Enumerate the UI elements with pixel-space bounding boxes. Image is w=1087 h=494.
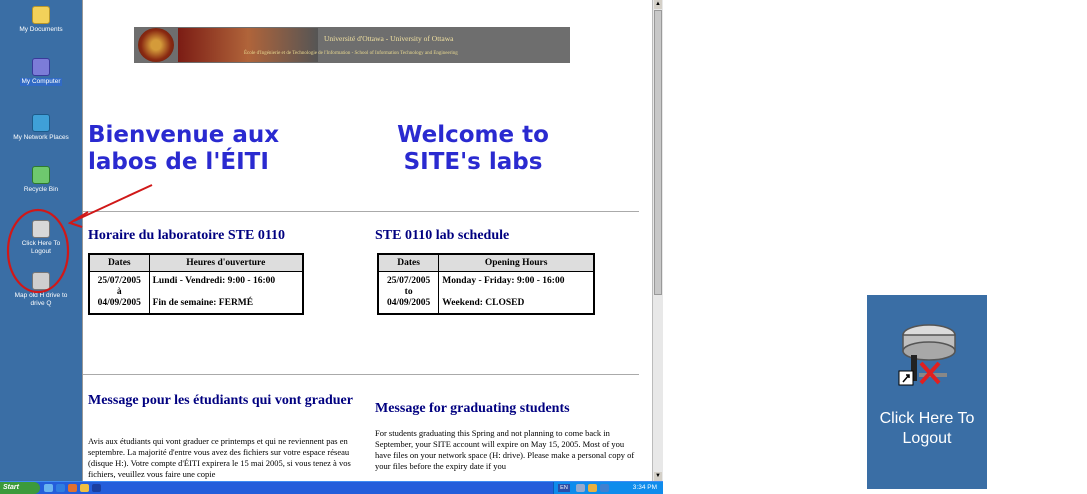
internet-explorer-icon[interactable]	[56, 484, 65, 492]
section-divider	[83, 374, 639, 375]
network-tray-icon[interactable]	[588, 484, 597, 492]
column-header: Opening Hours	[438, 253, 595, 272]
university-banner: Université d'Ottawa - University of Otta…	[134, 27, 570, 63]
date-to: 04/09/2005	[97, 298, 141, 308]
desktop-icon-recycle-bin[interactable]: Recycle Bin	[0, 166, 82, 194]
schedule-french-table: Dates Heures d'ouverture 25/07/2005 à 04…	[88, 253, 304, 315]
banner-title: Université d'Ottawa - University of Otta…	[324, 34, 454, 43]
university-seal-icon	[138, 28, 174, 62]
schedule-french-heading: Horaire du laboratoire STE 0110	[88, 228, 286, 243]
desktop-icon-label: Click Here To Logout	[21, 240, 61, 255]
vertical-scrollbar[interactable]: ▲ ▼	[652, 0, 663, 481]
map-drive-icon	[32, 272, 50, 290]
folder-icon[interactable]	[80, 484, 89, 492]
logout-icon-zoom-callout[interactable]: Click Here To Logout	[867, 295, 987, 489]
banner-photo-strip	[178, 28, 318, 62]
welcome-english-line1: Welcome to	[397, 122, 549, 148]
date-from: 25/07/2005	[97, 276, 141, 286]
banner-subtitle: École d'Ingénierie et de Technologie de …	[244, 51, 458, 56]
clock: 3:34 PM	[632, 484, 657, 491]
graduating-english-heading: Message for graduating students	[375, 401, 570, 416]
desktop-icon-column: My Documents My Computer My Network Plac…	[0, 0, 82, 481]
scroll-down-arrow-icon[interactable]: ▼	[654, 472, 662, 481]
command-prompt-icon[interactable]	[92, 484, 101, 492]
date-separator: à	[116, 287, 122, 297]
logout-drive-icon	[32, 220, 50, 238]
media-player-icon[interactable]	[68, 484, 77, 492]
desktop-icon-my-network-places[interactable]: My Network Places	[0, 114, 82, 142]
welcome-english: Welcome to SITE's labs	[383, 122, 563, 176]
logout-zoom-label-line1: Click Here To	[879, 410, 975, 427]
column-header: Dates	[377, 253, 440, 272]
date-to: 04/09/2005	[387, 298, 431, 308]
folder-icon	[32, 6, 50, 24]
language-indicator[interactable]: EN	[558, 484, 570, 492]
hours-weekdays: Lundi - Vendredi: 9:00 - 16:00	[152, 276, 276, 286]
hours-weekend: Weekend: CLOSED	[442, 298, 525, 308]
system-tray: EN 3:34 PM	[553, 482, 663, 494]
desktop-icon-label: My Network Places	[13, 134, 69, 141]
browser-content: Université d'Ottawa - University of Otta…	[82, 0, 652, 481]
desktop-icon-label: My Computer	[20, 78, 62, 86]
welcome-english-line2: SITE's labs	[403, 149, 543, 175]
date-separator: to	[404, 287, 413, 297]
welcome-french-line2: labos de l'ÉITI	[88, 149, 269, 175]
graduating-french-heading: Message pour les étudiants qui vont grad…	[88, 393, 353, 408]
schedule-english-heading: STE 0110 lab schedule	[375, 228, 510, 243]
network-icon	[32, 114, 50, 132]
desktop-icon-logout[interactable]: Click Here To Logout	[0, 220, 82, 256]
section-divider	[83, 211, 639, 212]
graduating-french-body: Avis aux étudiants qui vont graduer ce p…	[88, 436, 351, 479]
column-header: Dates	[88, 253, 150, 272]
display-tray-icon[interactable]	[600, 484, 609, 492]
desktop-icon-my-computer[interactable]: My Computer	[0, 58, 82, 86]
desktop-icon-label: My Documents	[19, 26, 63, 33]
scroll-up-arrow-icon[interactable]: ▲	[654, 0, 662, 9]
schedule-english-table: Dates Opening Hours 25/07/2005 to 04/09/…	[377, 253, 595, 315]
volume-icon[interactable]	[576, 484, 585, 492]
hours-weekdays: Monday - Friday: 9:00 - 16:00	[442, 276, 565, 286]
desktop-icon-label: Recycle Bin	[23, 186, 59, 193]
table-row: 25/07/2005 to 04/09/2005 Monday - Friday…	[377, 271, 595, 315]
welcome-french: Bienvenue aux labos de l'ÉITI	[88, 122, 279, 176]
desktop-icon-map-drive[interactable]: Map old H drive to drive Q	[0, 272, 82, 308]
date-from: 25/07/2005	[387, 276, 431, 286]
scrollbar-thumb[interactable]	[654, 10, 662, 295]
recycle-bin-icon	[32, 166, 50, 184]
graduating-english-body: For students graduating this Spring and …	[375, 428, 635, 471]
table-row: 25/07/2005 à 04/09/2005 Lundi - Vendredi…	[88, 271, 304, 315]
logout-zoom-label: Click Here To Logout	[867, 409, 987, 449]
screenshot-area: My Documents My Computer My Network Plac…	[0, 0, 663, 494]
start-label: Start	[3, 484, 19, 491]
logout-drive-icon	[898, 324, 956, 386]
desktop-icon-my-documents[interactable]: My Documents	[0, 6, 82, 34]
show-desktop-icon[interactable]	[44, 484, 53, 492]
computer-icon	[32, 58, 50, 76]
taskbar: Start EN 3:34 PM	[0, 481, 663, 494]
column-header: Heures d'ouverture	[148, 253, 304, 272]
desktop-icon-label: Map old H drive to drive Q	[14, 292, 68, 307]
start-button[interactable]: Start	[0, 482, 40, 494]
welcome-french-line1: Bienvenue aux	[88, 122, 280, 148]
logout-zoom-label-line2: Logout	[902, 430, 952, 447]
hours-weekend: Fin de semaine: FERMÉ	[152, 298, 254, 308]
